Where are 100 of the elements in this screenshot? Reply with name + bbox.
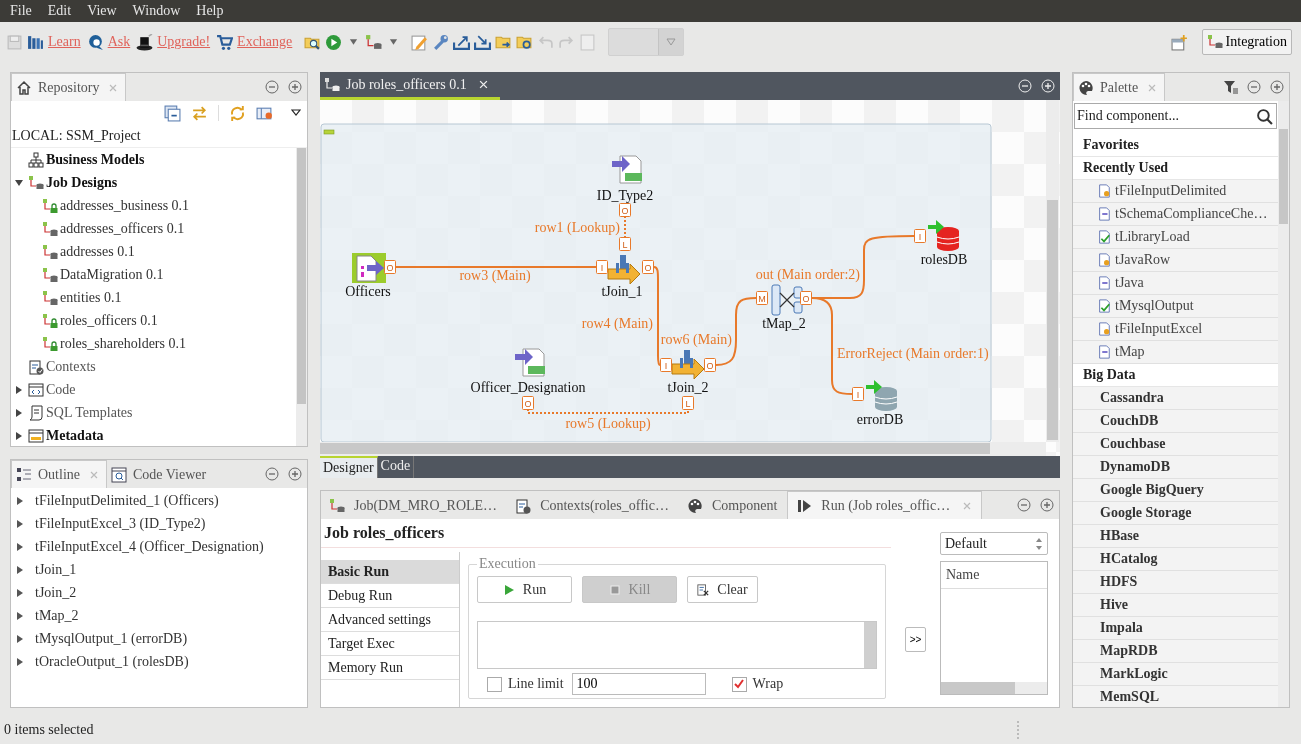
checkbox[interactable] (731, 676, 747, 692)
console-output[interactable] (477, 621, 877, 669)
clear-button[interactable]: Clear (687, 576, 758, 603)
palette-family[interactable]: HCatalog (1073, 548, 1278, 571)
tree-item[interactable]: Job Designs (46, 174, 118, 191)
outline-item[interactable]: tJoin_2 (35, 584, 77, 601)
tree-item[interactable]: Contexts (46, 358, 96, 375)
minimize-icon[interactable] (264, 79, 280, 95)
panel-tab[interactable]: Job(DM_MRO_ROLE… (321, 492, 508, 519)
map-icon[interactable] (771, 284, 803, 316)
connector-port[interactable]: I (852, 387, 864, 401)
file-input-icon[interactable] (352, 253, 386, 283)
palette-family[interactable]: Hive (1073, 594, 1278, 617)
collapsed-arrow-icon[interactable] (15, 656, 25, 667)
palette-component[interactable]: tJava (1115, 275, 1144, 291)
palette-family[interactable]: Cassandra (1073, 387, 1278, 410)
spreadsheet-input-icon[interactable] (515, 348, 545, 377)
palette-family[interactable]: HDFS (1073, 571, 1278, 594)
wrench-icon[interactable] (432, 33, 450, 51)
panel-tab[interactable]: Contexts(roles_offic… (507, 492, 679, 519)
pencil-icon[interactable] (411, 33, 429, 51)
tree-item[interactable]: Business Models (46, 151, 145, 168)
palette-family[interactable]: MarkLogic (1073, 663, 1278, 686)
spreadsheet-input-icon[interactable] (612, 155, 642, 184)
tree-item[interactable]: roles_officers 0.1 (60, 312, 158, 329)
palette-family[interactable]: Google BigQuery (1073, 479, 1278, 502)
import-icon[interactable] (474, 33, 492, 51)
minimize-icon[interactable] (264, 466, 280, 482)
context-select[interactable]: Default (940, 532, 1048, 555)
books-icon[interactable] (27, 33, 44, 51)
minimize-icon[interactable] (1016, 497, 1032, 513)
maximize-icon[interactable] (287, 466, 303, 482)
scrollbar-thumb[interactable] (1047, 200, 1058, 440)
run-mode-item[interactable]: Target Exec (321, 632, 459, 656)
perspective-button[interactable]: Integration (1201, 29, 1292, 55)
collapsed-arrow-icon[interactable] (15, 564, 25, 575)
database-icon[interactable] (928, 220, 960, 251)
minimize-icon[interactable] (1246, 79, 1262, 95)
view-menu-icon[interactable] (291, 109, 301, 117)
scrollbar[interactable] (320, 442, 1046, 456)
outline-item[interactable]: tFileInputDelimited_1 (Officers) (35, 492, 219, 509)
outline-item[interactable]: tFileInputExcel_3 (ID_Type2) (35, 515, 206, 532)
run-mode-item[interactable]: Memory Run (321, 656, 459, 680)
collapse-all-icon[interactable] (164, 104, 181, 122)
collapsed-arrow-icon[interactable] (15, 633, 25, 644)
palette-family[interactable]: CouchDB (1073, 410, 1278, 433)
collapsed-arrow-icon[interactable] (14, 407, 24, 418)
repository-tab[interactable]: Repository (11, 73, 127, 101)
palette-family[interactable]: Couchbase (1073, 433, 1278, 456)
tree-item[interactable]: entities 0.1 (60, 289, 122, 306)
panel-tab[interactable]: Component (678, 492, 788, 519)
outline-item[interactable]: tFileInputExcel_4 (Officer_Designation) (35, 538, 264, 555)
palette-family[interactable]: Google Storage (1073, 502, 1278, 525)
tree-item[interactable]: addresses_business 0.1 (60, 197, 190, 214)
view-tab[interactable]: Code (377, 456, 415, 478)
palette-family[interactable]: Impala (1073, 617, 1278, 640)
run-icon[interactable] (325, 33, 343, 51)
collapsed-arrow-icon[interactable] (15, 495, 25, 506)
outline-item[interactable]: tMap_2 (35, 607, 79, 624)
view-tab[interactable]: Designer (320, 456, 378, 478)
menu-item[interactable]: View (79, 3, 125, 19)
menu-item[interactable]: Edit (39, 3, 80, 19)
menu-item[interactable]: Window (124, 3, 189, 19)
run-mode-item[interactable]: Basic Run (321, 560, 459, 584)
scrollbar-thumb[interactable] (297, 148, 306, 405)
scrollbar-thumb[interactable] (941, 682, 1016, 694)
join-icon[interactable] (671, 350, 705, 380)
tree-item[interactable]: SQL Templates (46, 404, 133, 421)
panel-tab[interactable]: Code Viewer (107, 461, 215, 488)
caret-icon[interactable] (389, 38, 399, 46)
tree-item[interactable]: addresses 0.1 (60, 243, 135, 260)
expanded-arrow-icon[interactable] (14, 177, 24, 188)
palette-family[interactable]: HBase (1073, 525, 1278, 548)
connector-port[interactable]: O (704, 358, 716, 372)
collapsed-arrow-icon[interactable] (15, 610, 25, 621)
subjob-toggle-icon[interactable] (323, 129, 335, 135)
connector-port[interactable]: M (756, 291, 768, 305)
palette-family[interactable]: MapRDB (1073, 640, 1278, 663)
database-icon[interactable] (866, 380, 898, 411)
collapsed-arrow-icon[interactable] (15, 541, 25, 552)
lookup-connection[interactable] (527, 408, 689, 414)
export-icon[interactable] (453, 33, 471, 51)
checkbox[interactable] (487, 676, 502, 692)
connector-port[interactable]: L (682, 396, 694, 410)
panel-tab[interactable]: Run (Job roles_offic… (787, 491, 983, 519)
run-mode-item[interactable]: Debug Run (321, 584, 459, 608)
connector-port[interactable]: O (522, 396, 534, 410)
caret-icon[interactable] (349, 38, 359, 46)
menu-item[interactable]: File (2, 3, 40, 19)
palette-component[interactable]: tJavaRow (1115, 252, 1171, 268)
scrollbar-thumb[interactable] (320, 443, 990, 454)
run-mode-item[interactable]: Advanced settings (321, 608, 459, 632)
scrollbar[interactable] (1278, 101, 1289, 707)
search-field[interactable]: Find component... (1075, 108, 1256, 124)
maximize-icon[interactable] (1039, 497, 1055, 513)
cart-icon[interactable] (216, 33, 234, 51)
link-arrows-icon[interactable] (191, 104, 208, 122)
tree-item[interactable]: DataMigration 0.1 (60, 266, 164, 283)
maximize-icon[interactable] (1269, 79, 1285, 95)
collapsed-arrow-icon[interactable] (14, 384, 24, 395)
